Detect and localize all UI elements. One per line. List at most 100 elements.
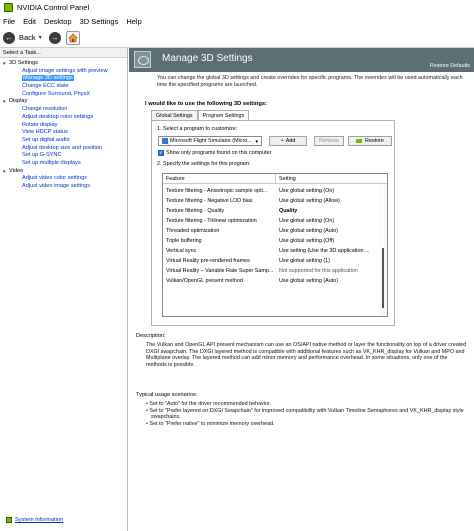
page-title: Manage 3D Settings bbox=[162, 53, 253, 64]
tree-category-label: 3D Settings bbox=[9, 60, 38, 66]
feature-cell: Virtual Reality pre-rendered frames bbox=[166, 258, 250, 264]
tree-item-set-up-digital-audio[interactable]: Set up digital audio bbox=[0, 137, 127, 145]
tree-item-label: Adjust image settings with preview bbox=[22, 67, 108, 74]
task-tree: ▼ 3D Settings Adjust image settings with … bbox=[0, 58, 127, 191]
forward-arrow-icon: → bbox=[48, 31, 61, 44]
table-row[interactable]: Texture filtering - Trilinear optimizati… bbox=[163, 216, 387, 226]
tree-item-adjust-video-color[interactable]: Adjust video color settings bbox=[0, 175, 127, 183]
usage-list: • Set to "Auto" for the driver recommend… bbox=[146, 401, 468, 427]
collapse-icon[interactable]: ▼ bbox=[2, 60, 9, 68]
usage-heading: Typical usage scenarios: bbox=[136, 392, 198, 398]
menu-desktop[interactable]: Desktop bbox=[44, 17, 72, 26]
home-icon bbox=[67, 33, 78, 42]
home-button[interactable] bbox=[65, 30, 80, 45]
usage-item: • Set to "Auto" for the driver recommend… bbox=[146, 401, 271, 407]
back-dropdown-icon[interactable]: ▼ bbox=[38, 35, 43, 41]
setting-cell[interactable]: Quality bbox=[276, 206, 378, 216]
tree-item-adjust-video-image[interactable]: Adjust video image settings bbox=[0, 183, 127, 191]
content-panel: Manage 3D Settings Restore Defaults You … bbox=[129, 48, 474, 531]
table-scrollbar[interactable] bbox=[379, 184, 387, 316]
feature-cell: Threaded optimization bbox=[166, 228, 220, 234]
tree-item-adjust-desktop-color[interactable]: Adjust desktop color settings bbox=[0, 114, 127, 122]
chevron-down-icon: ▼ bbox=[254, 138, 259, 144]
tree-item-configure-surround[interactable]: Configure Surround, PhysX bbox=[0, 91, 127, 99]
setting-cell[interactable]: Use global setting (Auto) bbox=[276, 276, 378, 286]
plus-icon: + bbox=[280, 138, 284, 144]
select-program-label: 1. Select a program to customize: bbox=[157, 126, 238, 132]
restore-defaults-link[interactable]: Restore Defaults bbox=[430, 63, 470, 69]
menu-edit[interactable]: Edit bbox=[23, 17, 36, 26]
program-select[interactable]: Microsoft Flight Simulator (Micro... ▼ bbox=[158, 136, 262, 146]
menu-help[interactable]: Help bbox=[126, 17, 141, 26]
tree-item-manage-3d-settings[interactable]: Manage 3D settings bbox=[0, 75, 127, 83]
menu-file[interactable]: File bbox=[3, 17, 15, 26]
intro-text: You can change the global 3D settings an… bbox=[157, 75, 463, 88]
description-heading: Description: bbox=[136, 333, 166, 339]
settings-tabs: Global Settings Program Settings bbox=[151, 110, 250, 120]
tree-category-display[interactable]: ▼ Display bbox=[0, 98, 127, 106]
setting-cell[interactable]: Use global setting (1) bbox=[276, 256, 378, 266]
3d-settings-icon bbox=[134, 51, 151, 68]
tree-category-3d-settings[interactable]: ▼ 3D Settings bbox=[0, 60, 127, 68]
table-row[interactable]: Threaded optimization Use global setting … bbox=[163, 226, 387, 236]
table-row[interactable]: Virtual Reality – Variable Rate Super Sa… bbox=[163, 266, 387, 276]
setting-cell[interactable]: Use global setting (Off) bbox=[276, 236, 378, 246]
settings-area: I would like to use the following 3D set… bbox=[139, 98, 470, 328]
add-button[interactable]: + Add bbox=[269, 136, 307, 146]
setting-column-header[interactable]: Setting bbox=[276, 174, 296, 183]
collapse-icon[interactable]: ▼ bbox=[2, 168, 9, 176]
tab-global-settings[interactable]: Global Settings bbox=[151, 110, 198, 120]
setting-cell[interactable]: Use global setting (Auto) bbox=[276, 226, 378, 236]
tree-item-change-resolution[interactable]: Change resolution bbox=[0, 106, 127, 114]
table-row[interactable]: Triple buffering Use global setting (Off) bbox=[163, 236, 387, 246]
tree-item-view-hdcp-status[interactable]: View HDCP status bbox=[0, 129, 127, 137]
table-row[interactable]: Virtual Reality pre-rendered frames Use g… bbox=[163, 256, 387, 266]
menu-bar: File Edit Desktop 3D Settings Help bbox=[0, 15, 474, 28]
back-label: Back bbox=[19, 33, 36, 42]
window-title: NVIDIA Control Panel bbox=[17, 3, 90, 12]
tree-category-video[interactable]: ▼ Video bbox=[0, 168, 127, 176]
setting-cell[interactable]: Use setting (Use the 3D application ... bbox=[276, 246, 378, 256]
usage-item: • Set to "Prefer layered on DXGI Swapcha… bbox=[146, 407, 464, 421]
tree-item-set-up-multiple-displays[interactable]: Set up multiple displays bbox=[0, 160, 127, 168]
selected-program: Microsoft Flight Simulator (Micro... bbox=[170, 138, 252, 144]
tree-item-label: Change resolution bbox=[22, 106, 68, 113]
table-row[interactable]: Texture filtering - Negative LOD bias Use… bbox=[163, 196, 387, 206]
back-button[interactable]: ← Back ▼ bbox=[3, 30, 43, 46]
feature-settings-table: Feature Setting Texture filtering - Anis… bbox=[162, 173, 388, 317]
feature-cell: Texture filtering - Trilinear optimizati… bbox=[166, 218, 257, 224]
scrollbar-thumb[interactable] bbox=[382, 248, 384, 308]
table-row[interactable]: Texture filtering - Quality Quality bbox=[163, 206, 387, 216]
restore-button[interactable]: Restore bbox=[348, 136, 392, 146]
menu-3d-settings[interactable]: 3D Settings bbox=[80, 17, 119, 26]
tree-item-rotate-display[interactable]: Rotate display bbox=[0, 122, 127, 130]
table-row[interactable]: Vertical sync Use setting (Use the 3D app… bbox=[163, 246, 387, 256]
tree-item-change-ecc-state[interactable]: Change ECC state bbox=[0, 83, 127, 91]
table-row[interactable]: Texture filtering - Anisotropic sample o… bbox=[163, 186, 387, 196]
feature-column-header[interactable]: Feature bbox=[163, 174, 276, 183]
setting-cell: Not supported for this application bbox=[279, 268, 358, 274]
system-info-icon bbox=[6, 517, 12, 523]
forward-button[interactable]: → bbox=[48, 30, 61, 46]
setting-cell[interactable]: Use global setting (On) bbox=[276, 186, 378, 196]
tree-item-label: View HDCP status bbox=[22, 129, 68, 136]
table-row[interactable]: Vulkan/OpenGL present method Use global s… bbox=[163, 276, 387, 286]
remove-button[interactable]: Remove bbox=[314, 136, 344, 146]
system-information-label: System Information bbox=[15, 517, 64, 523]
checkbox-checked-icon[interactable]: ✓ bbox=[158, 150, 164, 156]
tree-item-label: Change ECC state bbox=[22, 83, 69, 90]
usage-item: • Set to "Prefer native" to minimize mem… bbox=[146, 420, 275, 427]
tree-item-adjust-desktop-size[interactable]: Adjust desktop size and position bbox=[0, 145, 127, 153]
tab-program-settings[interactable]: Program Settings bbox=[197, 110, 250, 120]
setting-cell[interactable]: Use global setting (On) bbox=[276, 216, 378, 226]
show-only-found-checkbox[interactable]: ✓ Show only programs found on this compu… bbox=[158, 150, 271, 156]
collapse-icon[interactable]: ▼ bbox=[2, 98, 9, 106]
feature-cell: Texture filtering - Quality bbox=[166, 208, 225, 214]
tree-category-label: Display bbox=[9, 98, 28, 105]
tree-item-label: Adjust desktop size and position bbox=[22, 144, 102, 151]
system-information-link[interactable]: System Information bbox=[6, 517, 63, 523]
tree-item-adjust-image-settings[interactable]: Adjust image settings with preview bbox=[0, 68, 127, 76]
tree-item-set-up-g-sync[interactable]: Set up G-SYNC bbox=[0, 152, 127, 160]
feature-cell: Triple buffering bbox=[166, 238, 202, 244]
setting-cell[interactable]: Use global setting (Allow) bbox=[276, 196, 378, 206]
